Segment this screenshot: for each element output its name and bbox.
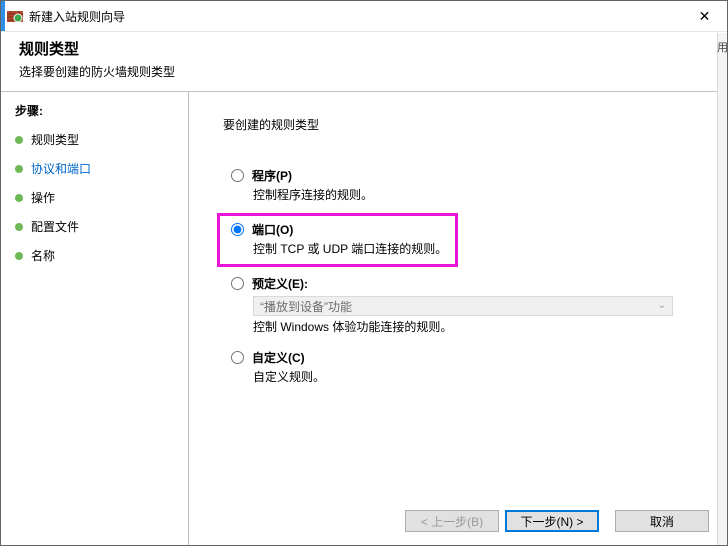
wizard-header: 规则类型 选择要创建的防火墙规则类型 (1, 32, 727, 92)
bullet-icon (15, 136, 23, 144)
radio-custom-input[interactable] (231, 351, 244, 364)
option-desc: 自定义规则。 (253, 368, 697, 385)
chevron-down-icon: ⌄ (658, 300, 666, 311)
bullet-icon (15, 165, 23, 173)
step-action[interactable]: 操作 (15, 189, 178, 206)
wizard-body: 步骤: 规则类型 协议和端口 操作 配置文件 名称 (1, 92, 727, 546)
step-label: 配置文件 (31, 218, 79, 235)
step-rule-type[interactable]: 规则类型 (15, 131, 178, 148)
window-title: 新建入站规则向导 (29, 8, 125, 25)
wizard-window: 新建入站规则向导 ✕ 规则类型 选择要创建的防火墙规则类型 步骤: 规则类型 协… (0, 0, 728, 546)
step-name[interactable]: 名称 (15, 247, 178, 264)
radio-program[interactable]: 程序(P) (231, 167, 697, 184)
bullet-icon (15, 223, 23, 231)
instruction-text: 要创建的规则类型 (223, 116, 697, 133)
radio-custom[interactable]: 自定义(C) (231, 349, 697, 366)
radio-program-input[interactable] (231, 169, 244, 182)
titlebar: 新建入站规则向导 ✕ (1, 1, 727, 32)
wizard-footer: < 上一步(B) 下一步(N) > 取消 (405, 510, 709, 532)
option-title: 端口(O) (252, 221, 293, 238)
close-icon: ✕ (699, 8, 711, 25)
wizard-content: 要创建的规则类型 程序(P) 控制程序连接的规则。 端口(O) 控制 TCP 或… (189, 92, 727, 546)
peek-char: 用 (717, 39, 728, 546)
option-title: 自定义(C) (252, 349, 305, 366)
radio-predefined[interactable]: 预定义(E): (231, 275, 697, 292)
background-window-peek: 用 (717, 33, 727, 546)
back-button[interactable]: < 上一步(B) (405, 510, 499, 532)
cancel-button[interactable]: 取消 (615, 510, 709, 532)
next-button[interactable]: 下一步(N) > (505, 510, 599, 532)
option-program: 程序(P) 控制程序连接的规则。 (223, 167, 697, 203)
step-protocol-port[interactable]: 协议和端口 (15, 160, 178, 177)
steps-heading: 步骤: (15, 102, 178, 119)
step-label: 协议和端口 (31, 160, 91, 177)
radio-port-input[interactable] (231, 223, 244, 236)
page-subtitle: 选择要创建的防火墙规则类型 (19, 63, 711, 80)
radio-predefined-input[interactable] (231, 277, 244, 290)
option-title: 程序(P) (252, 167, 292, 184)
steps-sidebar: 步骤: 规则类型 协议和端口 操作 配置文件 名称 (1, 92, 189, 546)
firewall-icon (7, 8, 23, 24)
option-predefined: 预定义(E): “播放到设备”功能 ⌄ 控制 Windows 体验功能连接的规则… (223, 275, 697, 335)
option-port: 端口(O) 控制 TCP 或 UDP 端口连接的规则。 (223, 217, 697, 261)
option-title: 预定义(E): (252, 275, 308, 292)
step-profile[interactable]: 配置文件 (15, 218, 178, 235)
option-desc: 控制 TCP 或 UDP 端口连接的规则。 (253, 240, 697, 257)
option-custom: 自定义(C) 自定义规则。 (223, 349, 697, 385)
step-label: 名称 (31, 247, 55, 264)
bullet-icon (15, 194, 23, 202)
close-button[interactable]: ✕ (682, 1, 727, 31)
page-title: 规则类型 (19, 38, 711, 59)
step-label: 规则类型 (31, 131, 79, 148)
bullet-icon (15, 252, 23, 260)
predefined-select[interactable]: “播放到设备”功能 ⌄ (253, 296, 673, 316)
option-desc: 控制程序连接的规则。 (253, 186, 697, 203)
step-label: 操作 (31, 189, 55, 206)
radio-port[interactable]: 端口(O) (231, 221, 697, 238)
option-desc: 控制 Windows 体验功能连接的规则。 (253, 318, 697, 335)
predefined-select-value: “播放到设备”功能 (260, 298, 352, 315)
